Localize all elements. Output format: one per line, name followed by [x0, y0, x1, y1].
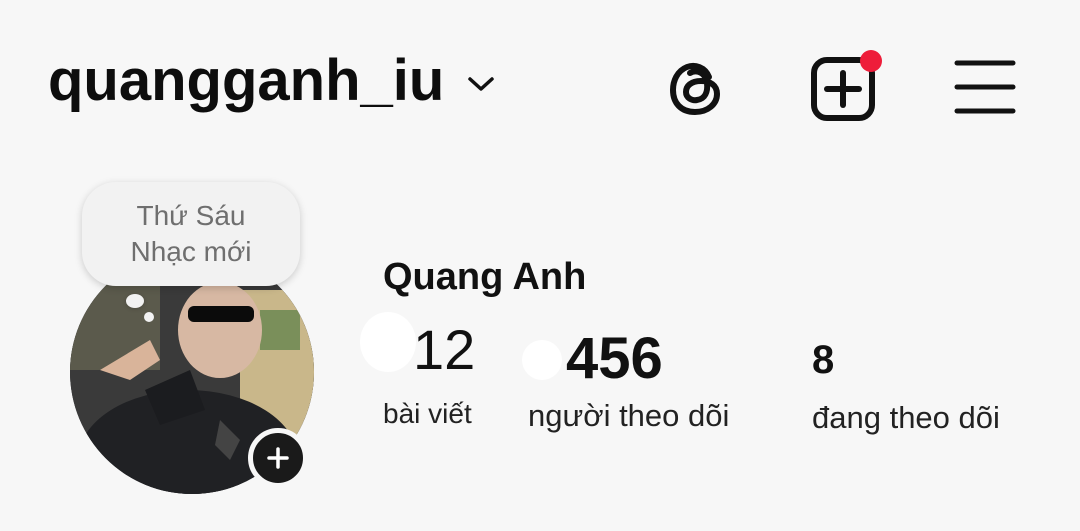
chevron-down-icon [466, 74, 496, 94]
posts-count: 12 [413, 318, 476, 381]
note-bubble[interactable]: Thứ Sáu Nhạc mới [82, 182, 300, 286]
following-count: 8 [812, 338, 835, 382]
display-name: Quang Anh [383, 256, 587, 298]
profile-avatar[interactable] [70, 250, 314, 494]
note-tail-small [144, 312, 154, 322]
followers-label: người theo dõi [528, 398, 730, 433]
followers-count: 456 [566, 326, 663, 391]
stat-followers[interactable]: 456 người theo dõi [528, 330, 729, 434]
stat-following[interactable]: 8 đang theo dõi [812, 340, 1000, 436]
account-switcher[interactable]: quangganh_iu [48, 52, 496, 110]
note-tail [126, 294, 144, 308]
create-post-button[interactable] [804, 50, 882, 124]
menu-icon[interactable] [950, 56, 1020, 118]
threads-icon[interactable] [662, 54, 730, 122]
plus-icon [267, 447, 289, 469]
note-line-2: Nhạc mới [130, 236, 252, 267]
notification-dot [860, 50, 882, 72]
stat-posts[interactable]: 12 bài viết [383, 322, 475, 430]
posts-label: bài viết [383, 398, 472, 429]
following-label: đang theo dõi [812, 400, 1000, 435]
note-line-1: Thứ Sáu [136, 200, 246, 231]
add-story-button[interactable] [248, 428, 308, 488]
username: quangganh_iu [48, 48, 445, 113]
